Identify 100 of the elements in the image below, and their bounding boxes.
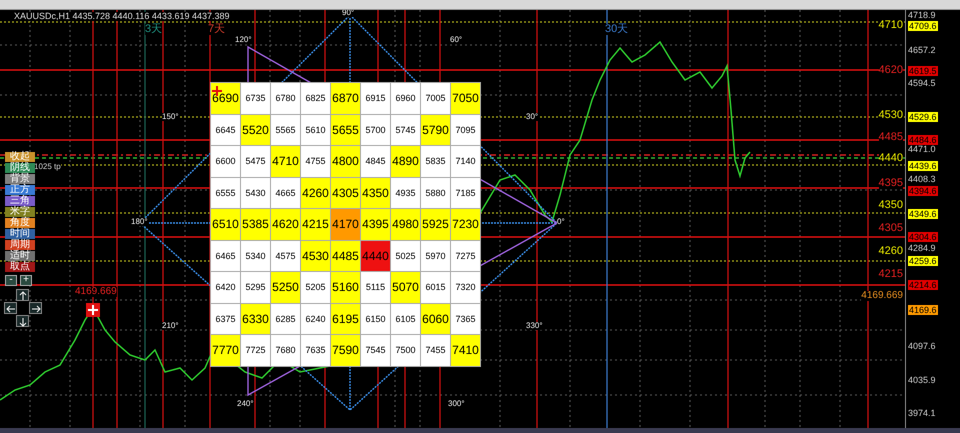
side-button[interactable]: 背景 (5, 174, 35, 184)
grid-cell: 5565 (271, 114, 300, 145)
grid-cell: 4980 (391, 209, 420, 240)
grid-cell: 6555 (211, 178, 240, 208)
up-arrow-button[interactable] (16, 289, 29, 301)
grid-cell: 6420 (211, 272, 240, 302)
price-tag: 4484.6 (908, 135, 938, 145)
grid-cell: 4440 (361, 240, 390, 271)
price-tag: 4349.6 (908, 209, 938, 219)
angle-label: 300° (448, 400, 465, 408)
side-button[interactable]: 正方 (5, 184, 35, 196)
level-label: 4260 (878, 246, 903, 257)
grid-cell: 5655 (331, 114, 360, 145)
price-tag: 4169.6 (908, 305, 938, 315)
grid-cell: 5475 (241, 146, 270, 176)
grid-cell: 7275 (451, 240, 480, 271)
angle-label: 60° (450, 36, 462, 44)
marker-icon (86, 303, 100, 317)
grid-cell: 7365 (451, 304, 480, 334)
side-button[interactable]: 适时 (5, 250, 35, 262)
grid-cell: 7635 (301, 335, 330, 366)
grid-cell: 6465 (211, 240, 240, 271)
side-button[interactable]: 角度 (5, 218, 35, 228)
level-label: 4305 (878, 223, 903, 234)
grid-cell: 5070 (391, 272, 420, 302)
grid-cell: 6690 (211, 83, 240, 114)
side-button[interactable]: 三角 (5, 196, 35, 206)
price-label: 3974.1 (908, 408, 936, 418)
grid-cell: 5835 (421, 146, 450, 176)
price-tag: 4619.5 (908, 66, 938, 76)
side-button[interactable]: 收起 (5, 152, 35, 162)
grid-cell: 7500 (391, 335, 420, 366)
grid-cell: 4305 (331, 178, 360, 208)
grid-cell: 5115 (361, 272, 390, 302)
marker-label: 4169.669 (75, 287, 117, 297)
grid-cell: 5430 (241, 178, 270, 208)
level-label: 4215 (878, 269, 903, 280)
symbol-info: XAUUSDc,H1 4435.728 4440.116 4433.619 4437.389 (14, 12, 230, 21)
grid-cell: 6735 (241, 83, 270, 114)
grid-cell: 6960 (391, 83, 420, 114)
level-label: 4485 (878, 132, 903, 143)
grid-cell: 7545 (361, 335, 390, 366)
price-tag: 4439.6 (908, 161, 938, 171)
grid-cell: 5025 (391, 240, 420, 271)
grid-cell: 4620 (271, 209, 300, 240)
side-button[interactable]: 周期 (5, 240, 35, 250)
side-button[interactable]: 取点 (5, 262, 35, 272)
down-arrow-button[interactable] (16, 315, 29, 327)
grid-cell: 4485 (331, 240, 360, 271)
level-label: 4395 (878, 178, 903, 189)
price-label: 4657.2 (908, 45, 936, 55)
grid-cell: 7320 (451, 272, 480, 302)
price-label: 4718.9 (908, 10, 936, 20)
side-button[interactable]: 阴线 (5, 162, 35, 174)
grid-cell: 7050 (451, 83, 480, 114)
angle-label: 240° (237, 400, 254, 408)
grid-cell: 5880 (421, 178, 450, 208)
grid-cell: 5745 (391, 114, 420, 145)
grid-cell: 6825 (301, 83, 330, 114)
grid-cell: 6375 (211, 304, 240, 334)
angle-label: 150° (162, 113, 179, 121)
side-button[interactable]: 米字 (5, 206, 35, 218)
grid-cell: 7680 (271, 335, 300, 366)
zoom-button[interactable]: - (5, 274, 17, 286)
grid-cell: 6240 (301, 304, 330, 334)
grid-cell: 4260 (301, 178, 330, 208)
grid-cell: 6150 (361, 304, 390, 334)
price-tag: 4709.6 (908, 21, 938, 31)
right-arrow-button[interactable] (29, 302, 42, 314)
grid-cell: 4350 (361, 178, 390, 208)
side-button[interactable]: 时间 (5, 228, 35, 240)
grid-cell: 4710 (271, 146, 300, 176)
grid-cell: 5385 (241, 209, 270, 240)
price-label: 4035.9 (908, 375, 936, 385)
grid-cell: 4755 (301, 146, 330, 176)
level-label: 4620 (878, 65, 903, 76)
price-tag: 4304.6 (908, 232, 938, 242)
grid-cell: 6330 (241, 304, 270, 334)
price-tag: 4394.6 (908, 186, 938, 196)
angle-label: 30° (526, 113, 538, 121)
price-label: 4594.5 (908, 78, 936, 88)
price-label: 4097.6 (908, 341, 936, 351)
grid-cell: 4395 (361, 209, 390, 240)
grid-cell: 4170 (331, 209, 360, 240)
angle-label: 0° (557, 218, 565, 226)
grid-cell: 6060 (421, 304, 450, 334)
grid-cell: 7005 (421, 83, 450, 114)
grid-cell: 6915 (361, 83, 390, 114)
grid-cell: 4575 (271, 240, 300, 271)
angle-label: 120° (235, 36, 252, 44)
angle-label: 180° (131, 218, 148, 226)
zoom-button[interactable]: + (20, 274, 32, 286)
grid-cell: 5250 (271, 272, 300, 302)
grid-cell: 7410 (451, 335, 480, 366)
left-arrow-button[interactable] (4, 302, 17, 314)
grid-cell: 5520 (241, 114, 270, 145)
angle-label: 210° (162, 322, 179, 330)
grid-cell: 6645 (211, 114, 240, 145)
grid-cell: 5790 (421, 114, 450, 145)
grid-cell: 7230 (451, 209, 480, 240)
